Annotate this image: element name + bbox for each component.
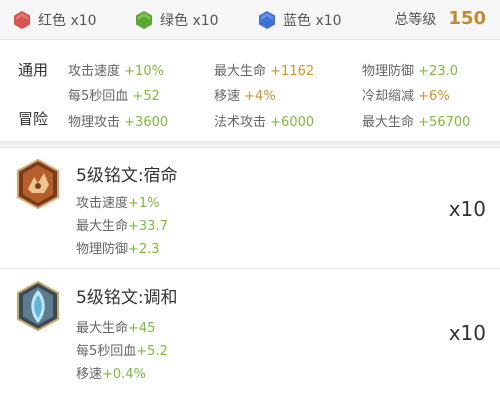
stat-value: +52	[132, 89, 160, 104]
rune-stat-value: +0.4%	[102, 367, 146, 382]
rune-stat-value: +2.3	[128, 242, 160, 257]
rune-count: x10	[448, 197, 486, 221]
stat-name: 最大生命	[214, 64, 267, 79]
rune-count: x10	[448, 321, 486, 345]
rune-stat-line: 每5秒回血+5.2	[76, 340, 168, 359]
total-level-label: 总等级	[394, 11, 437, 28]
rune-stat-value: +33.7	[128, 219, 168, 234]
rune-stat-value: +45	[128, 321, 156, 336]
rune-stat-name: 每5秒回血	[76, 344, 137, 359]
stat-cooldown-reduction: 冷却缩减 +6%	[362, 85, 450, 104]
blue-gem-count: 蓝色 x10	[259, 10, 342, 30]
rune-stat-line: 最大生命+33.7	[76, 215, 168, 234]
stats-summary: 通用 冒险 攻击速度 +10% 最大生命 +1162 物理防御 +23.0 每5…	[0, 41, 500, 141]
rune-title: 5级铭文:宿命	[76, 166, 178, 186]
stat-physical-defense: 物理防御 +23.0	[362, 60, 458, 79]
stat-value: +23.0	[418, 64, 458, 79]
stat-value: +4%	[244, 89, 276, 104]
rune-stat-value: +5.2	[136, 344, 168, 359]
stat-max-hp: 最大生命 +1162	[214, 60, 314, 79]
rune-stat-name: 攻击速度	[76, 196, 129, 211]
stat-attack-speed: 攻击速度 +10%	[68, 60, 164, 79]
stat-physical-attack: 物理攻击 +3600	[68, 111, 168, 130]
fate-rune-icon	[17, 159, 59, 209]
red-gem-count: 红色 x10	[14, 10, 97, 30]
stat-value: +3600	[124, 115, 169, 130]
stat-name: 攻击速度	[68, 64, 121, 79]
rune-stat-line: 最大生命+45	[76, 317, 155, 336]
gem-summary-bar: 红色 x10 绿色 x10 蓝色 x10 总等级 150	[0, 0, 500, 40]
stat-value: +1162	[270, 64, 315, 79]
stat-name: 法术攻击	[214, 115, 267, 130]
rune-stat-line: 物理防御+2.3	[76, 238, 160, 257]
rune-card-harmony[interactable]: 5级铭文:调和 最大生命+45 每5秒回血+5.2 移速+0.4% x10	[0, 269, 500, 387]
stat-magic-attack: 法术攻击 +6000	[214, 111, 314, 130]
rune-stat-name: 最大生命	[76, 321, 129, 336]
stat-move-speed: 移速 +4%	[214, 85, 276, 104]
rune-stat-name: 移速	[76, 367, 103, 382]
stat-value: +6000	[270, 115, 315, 130]
green-gem-count: 绿色 x10	[136, 10, 219, 30]
green-gem-label: 绿色 x10	[160, 13, 219, 29]
rune-stat-name: 物理防御	[76, 242, 129, 257]
stat-max-hp-adventure: 最大生命 +56700	[362, 111, 470, 130]
harmony-rune-icon	[17, 281, 59, 331]
rune-stat-name: 最大生命	[76, 219, 129, 234]
total-level-value: 150	[448, 8, 486, 29]
stat-name: 物理攻击	[68, 115, 121, 130]
adventure-category-label: 冒险	[18, 110, 49, 128]
total-level: 总等级 150	[394, 8, 486, 29]
general-category-label: 通用	[18, 61, 49, 79]
stat-name: 每5秒回血	[68, 89, 129, 104]
rune-stat-value: +1%	[128, 196, 160, 211]
rune-title: 5级铭文:调和	[76, 288, 178, 308]
rune-card-fate[interactable]: 5级铭文:宿命 攻击速度+1% 最大生命+33.7 物理防御+2.3 x10	[0, 149, 500, 267]
stat-name: 最大生命	[362, 115, 415, 130]
stat-value: +10%	[124, 64, 164, 79]
red-hexagon-icon	[14, 11, 30, 29]
stat-name: 物理防御	[362, 64, 415, 79]
section-separator	[0, 141, 500, 148]
red-gem-label: 红色 x10	[38, 13, 97, 29]
stat-name: 移速	[214, 89, 241, 104]
stat-name: 冷却缩减	[362, 89, 415, 104]
stat-value: +6%	[418, 89, 450, 104]
blue-hexagon-icon	[259, 11, 275, 29]
green-hexagon-icon	[136, 11, 152, 29]
blue-gem-label: 蓝色 x10	[283, 13, 342, 29]
stat-value: +56700	[418, 115, 471, 130]
rune-stat-line: 攻击速度+1%	[76, 192, 160, 211]
stat-hp-regen: 每5秒回血 +52	[68, 85, 160, 104]
rune-stat-line: 移速+0.4%	[76, 363, 146, 382]
